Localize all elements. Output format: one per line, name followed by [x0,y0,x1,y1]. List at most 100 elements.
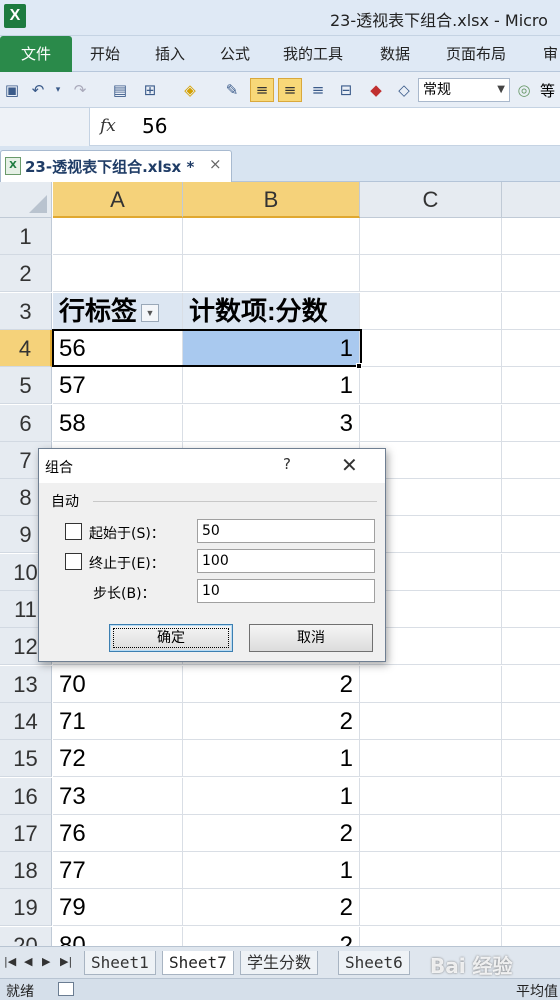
cell-d[interactable] [502,330,560,367]
workbook-tab[interactable]: X 23-透视表下组合.xlsx * × [0,150,232,182]
cell-c[interactable] [360,814,502,852]
row-header[interactable]: 14 [0,702,52,740]
end-at-input[interactable]: 100 [197,549,375,573]
cell-c[interactable] [360,889,502,927]
cell-c[interactable] [360,740,502,778]
cell-d[interactable] [502,554,560,591]
cell-d[interactable] [502,516,560,554]
cell-a[interactable]: 57 [53,367,183,405]
cell-c[interactable] [360,255,502,293]
start-at-checkbox[interactable] [65,523,82,540]
column-header-a[interactable]: A [53,182,183,218]
circle-icon[interactable]: ◎ [514,80,534,100]
cell-d[interactable] [502,852,560,890]
step-input[interactable]: 10 [197,579,375,603]
row-header[interactable]: 3 [0,292,52,330]
sheet-tab-student-scores[interactable]: 学生分数 [240,951,319,975]
cell-d[interactable] [502,367,560,405]
cell-d[interactable] [502,218,560,255]
dialog-title-bar[interactable]: 组合 ? ✕ [39,449,385,483]
cell-a[interactable]: 73 [53,777,183,815]
cell-d[interactable] [502,628,560,666]
image-icon[interactable]: ▤ [110,80,130,100]
next-sheet-icon[interactable]: ▶ [42,955,50,968]
cell-d[interactable] [502,778,560,815]
fill-handle[interactable] [356,363,362,370]
cell-d[interactable] [502,703,560,740]
excel-icon[interactable]: X [4,4,26,28]
undo-icon[interactable]: ↶ [28,80,48,100]
start-at-input[interactable]: 50 [197,519,375,543]
row-header[interactable]: 18 [0,852,52,890]
format-painter-icon[interactable]: ✎ [222,80,242,100]
prev-sheet-icon[interactable]: ◀ [24,955,32,968]
cell-b[interactable] [183,255,360,293]
cell-c[interactable] [360,292,502,330]
redo-icon[interactable]: ↷ [70,80,90,100]
help-icon[interactable]: ? [283,455,291,473]
cell-a[interactable]: 80 [53,926,183,946]
sheet-tab-sheet1[interactable]: Sheet1 [84,951,156,975]
border-icon[interactable]: ◇ [394,80,414,100]
cell-d[interactable] [502,255,560,293]
fill-color-icon[interactable]: ◈ [180,80,200,100]
clear-icon[interactable]: ◆ [366,80,386,100]
row-header[interactable]: 15 [0,740,52,778]
cell-c[interactable] [360,218,502,255]
cell-a[interactable]: 56 [53,329,183,367]
cancel-button[interactable]: 取消 [249,624,373,652]
tab-page-layout[interactable]: 页面布局 [446,36,506,72]
row-header[interactable]: 16 [0,777,52,815]
tab-file[interactable]: 文件 [0,36,72,72]
cell-a[interactable]: 72 [53,740,183,778]
row-header[interactable]: 19 [0,889,52,927]
undo-dropdown-icon[interactable]: ▾ [48,80,68,100]
ok-button[interactable]: 确定 [109,624,233,652]
cell-c[interactable] [360,329,502,367]
fx-icon[interactable]: fx [100,116,116,136]
number-format-select[interactable]: 常规 ▼ [418,78,510,102]
cell-b[interactable]: 1 [183,329,360,367]
cell-b[interactable]: 2 [183,665,360,703]
row-header[interactable]: 20 [0,926,52,946]
row-header[interactable]: 13 [0,665,52,703]
align-center-icon[interactable]: ≡ [250,78,274,102]
column-header-d[interactable] [502,182,560,218]
row-header[interactable]: 5 [0,367,52,405]
cell-b[interactable] [183,218,360,255]
last-sheet-icon[interactable]: ▶| [60,955,72,968]
macro-record-icon[interactable] [58,982,74,996]
sheet-tab-sheet6[interactable]: Sheet6 [338,951,410,975]
cell-b[interactable]: 1 [183,367,360,405]
tab-home[interactable]: 开始 [90,36,120,72]
cell-a[interactable]: 71 [53,702,183,740]
cell-a[interactable]: 70 [53,665,183,703]
cell-b[interactable]: 1 [183,777,360,815]
close-icon[interactable]: × [209,155,222,173]
cell-a[interactable]: 58 [53,404,183,442]
cell-d[interactable] [502,666,560,703]
cell-b[interactable]: 3 [183,404,360,442]
tab-formulas[interactable]: 公式 [220,36,250,72]
cell-d[interactable] [502,479,560,517]
cell-a[interactable]: 77 [53,852,183,890]
cell-d[interactable] [502,815,560,852]
cell-b[interactable]: 2 [183,814,360,852]
formula-input[interactable]: 56 [142,114,167,138]
column-header-b[interactable]: B [183,182,360,218]
cell-c[interactable] [360,404,502,442]
tab-data[interactable]: 数据 [380,36,410,72]
count-header-cell[interactable]: 计数项:分数 [183,292,360,330]
align-right-icon[interactable]: ≡ [308,80,328,100]
cell-b[interactable]: 1 [183,740,360,778]
merge-icon[interactable]: ⊟ [336,80,356,100]
cell-b[interactable]: 2 [183,926,360,946]
close-icon[interactable]: ✕ [341,453,358,477]
cell-c[interactable] [360,777,502,815]
cell-a[interactable]: 79 [53,889,183,927]
cell-c[interactable] [360,702,502,740]
row-header[interactable]: 17 [0,814,52,852]
end-at-checkbox[interactable] [65,553,82,570]
cell-b[interactable]: 2 [183,702,360,740]
pivot-icon[interactable]: ⊞ [140,80,160,100]
